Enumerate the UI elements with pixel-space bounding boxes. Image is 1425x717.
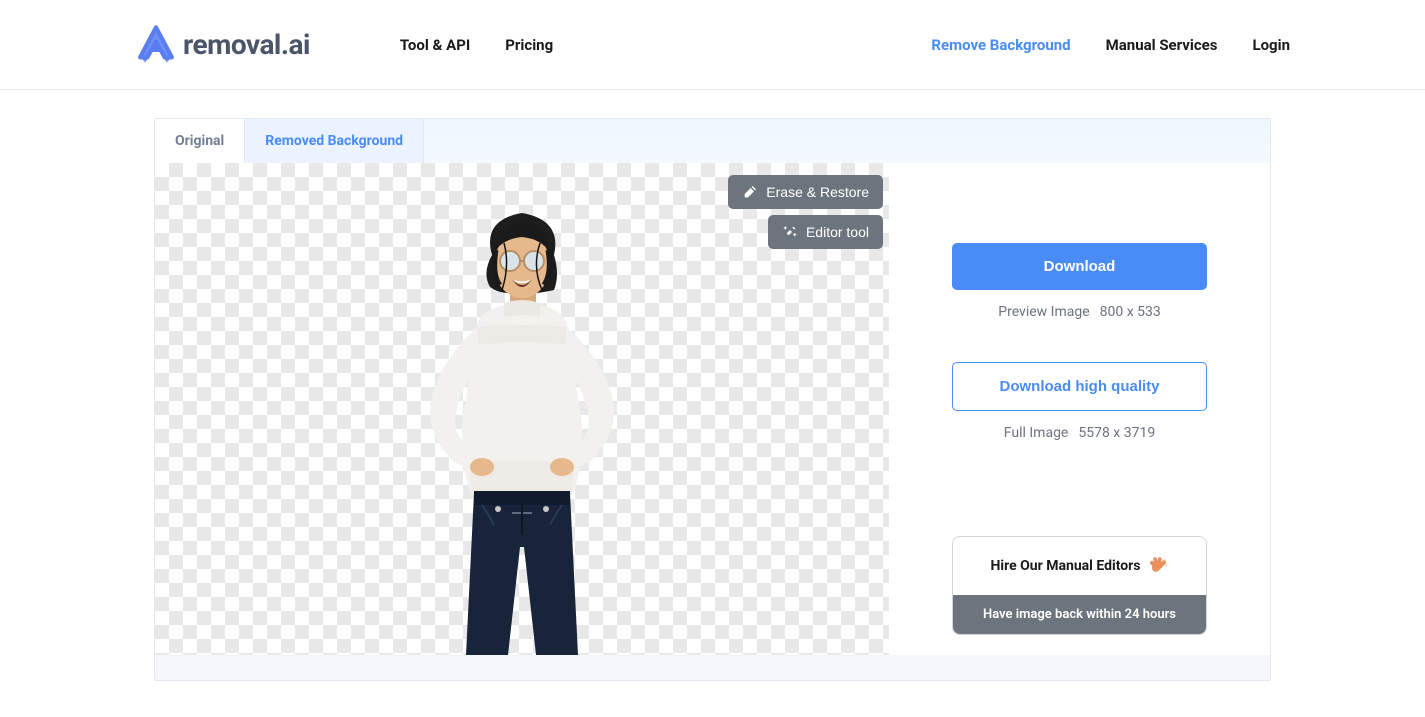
download-high-quality-button[interactable]: Download high quality (952, 362, 1207, 411)
logo-icon (135, 24, 177, 66)
editor-tool-button[interactable]: Editor tool (768, 215, 883, 249)
main-panel: Erase & Restore Editor tool (155, 163, 1270, 655)
hire-card-bottom: Have image back within 24 hours (953, 595, 1206, 634)
result-image (382, 195, 662, 655)
preview-dimensions: 800 x 533 (1100, 304, 1161, 320)
magic-wand-icon (782, 224, 798, 240)
site-header: removal.ai Tool & API Pricing Remove Bac… (0, 0, 1425, 90)
image-preview-area: Erase & Restore Editor tool (155, 163, 889, 655)
tab-removed-background[interactable]: Removed Background (245, 119, 424, 163)
tabs-bar: Original Removed Background (155, 119, 1270, 163)
content-card: Original Removed Background Erase & Rest… (154, 118, 1271, 681)
actions-sidebar: Download Preview Image 800 x 533 Downloa… (889, 163, 1270, 655)
full-image-dimensions: 5578 x 3719 (1078, 425, 1155, 441)
eraser-icon (742, 184, 758, 200)
editor-tool-label: Editor tool (806, 224, 869, 240)
nav-remove-background[interactable]: Remove Background (931, 36, 1070, 54)
nav-tool-api[interactable]: Tool & API (400, 36, 470, 54)
hire-editors-card[interactable]: Hire Our Manual Editors Have image back … (952, 536, 1207, 635)
nav-left-group: Tool & API Pricing (400, 36, 553, 54)
nav-manual-services[interactable]: Manual Services (1106, 36, 1218, 54)
preview-label: Preview Image (998, 304, 1089, 320)
floating-toolbar: Erase & Restore Editor tool (728, 175, 883, 249)
nav-right-group: Remove Background Manual Services Login (931, 36, 1290, 54)
hire-card-top: Hire Our Manual Editors (953, 537, 1206, 595)
brand-logo[interactable]: removal.ai (135, 24, 310, 66)
tab-original[interactable]: Original (155, 119, 245, 163)
full-image-label: Full Image (1004, 425, 1069, 441)
download-button[interactable]: Download (952, 243, 1207, 290)
card-footer-strip (155, 655, 1270, 680)
preview-meta: Preview Image 800 x 533 (998, 304, 1160, 320)
waving-hand-icon (1146, 555, 1168, 577)
nav-login[interactable]: Login (1252, 36, 1290, 54)
nav-pricing[interactable]: Pricing (505, 36, 553, 54)
hire-subtitle: Have image back within 24 hours (983, 607, 1176, 622)
hire-title: Hire Our Manual Editors (991, 558, 1141, 574)
erase-restore-label: Erase & Restore (766, 184, 869, 200)
brand-name: removal.ai (183, 28, 310, 61)
full-image-meta: Full Image 5578 x 3719 (1004, 425, 1155, 441)
erase-restore-button[interactable]: Erase & Restore (728, 175, 883, 209)
